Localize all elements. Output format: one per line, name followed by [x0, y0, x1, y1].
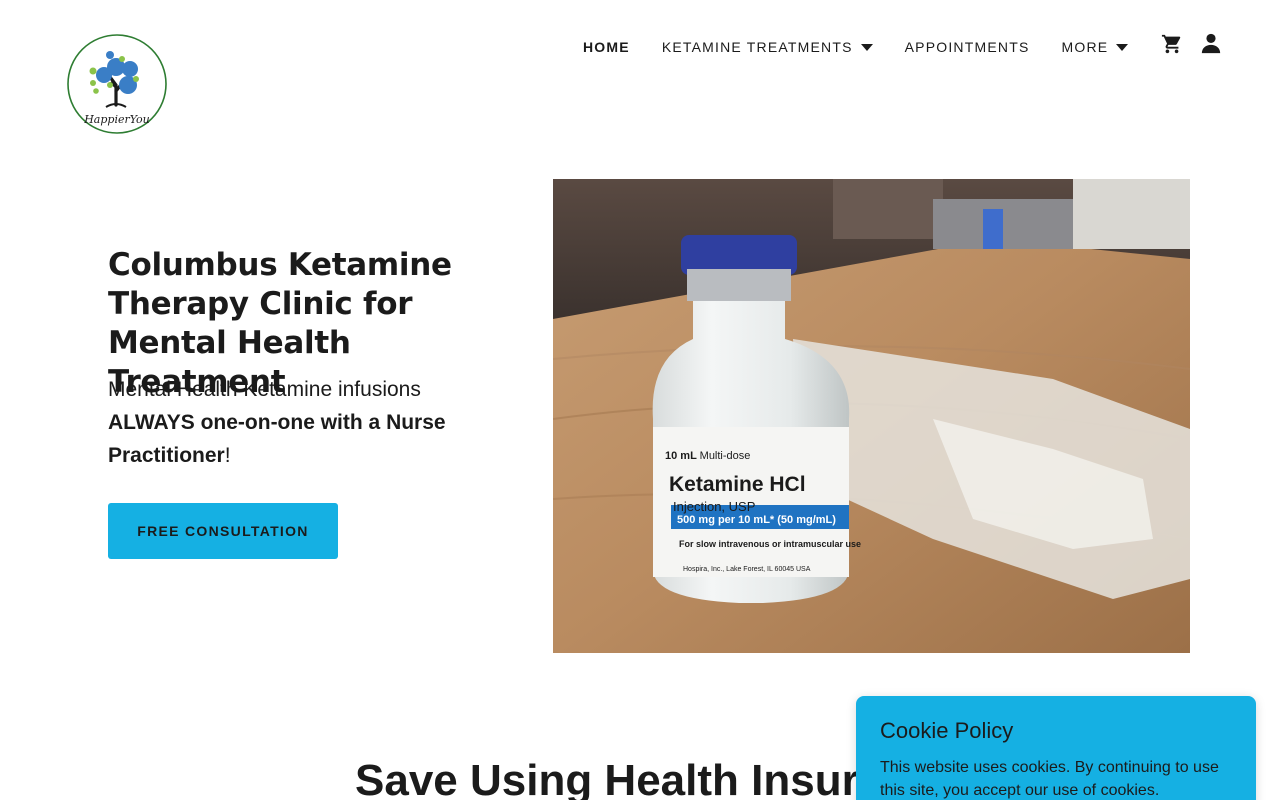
- caret-down-icon: [860, 43, 873, 51]
- cart-icon[interactable]: [1161, 33, 1183, 55]
- vial-volume: 10 mL Multi-dose: [665, 450, 750, 462]
- hero-image: 10 mL Multi-dose Ketamine HCl Injection,…: [553, 179, 1190, 653]
- nav-appointments[interactable]: APPOINTMENTS: [905, 39, 1030, 55]
- nav-home-label: HOME: [583, 39, 630, 55]
- account-icon[interactable]: [1200, 32, 1222, 54]
- vial-form: Injection, USP: [673, 499, 755, 514]
- hero-subtitle-end: !: [224, 444, 231, 467]
- main-nav: HOME KETAMINE TREATMENTS APPOINTMENTS MO…: [583, 38, 1129, 56]
- nav-more[interactable]: MORE: [1062, 39, 1129, 55]
- logo-text: HappierYou: [83, 113, 150, 126]
- hero-subtitle-bold: ALWAYS one-on-one with a Nurse Practitio…: [108, 411, 446, 467]
- nav-appointments-label: APPOINTMENTS: [904, 39, 1030, 55]
- vial-strength: 500 mg per 10 mL* (50 mg/mL): [677, 514, 836, 526]
- cookie-banner[interactable]: Cookie Policy This website uses cookies.…: [856, 696, 1256, 800]
- caret-down-icon: [1116, 43, 1129, 51]
- vial-drug-name: Ketamine HCl: [669, 473, 806, 496]
- cookie-text: This website uses cookies. By continuing…: [880, 759, 1219, 799]
- free-consultation-button[interactable]: FREE CONSULTATION: [108, 503, 338, 559]
- hero-subtitle: Mental Health Ketamine infusions ALWAYS …: [108, 373, 468, 472]
- vial-route: For slow intravenous or intramuscular us…: [679, 539, 861, 549]
- nav-ketamine-treatments-label: KETAMINE TREATMENTS: [661, 39, 853, 55]
- nav-home[interactable]: HOME: [583, 39, 630, 55]
- nav-ketamine-treatments[interactable]: KETAMINE TREATMENTS: [662, 39, 873, 55]
- vial-maker: Hospira, Inc., Lake Forest, IL 60045 USA: [683, 566, 811, 573]
- logo[interactable]: HappierYou: [66, 33, 168, 135]
- hero-subtitle-line1: Mental Health Ketamine infusions: [108, 378, 421, 401]
- cookie-title: Cookie Policy: [880, 718, 1014, 743]
- nav-more-label: MORE: [1061, 39, 1109, 55]
